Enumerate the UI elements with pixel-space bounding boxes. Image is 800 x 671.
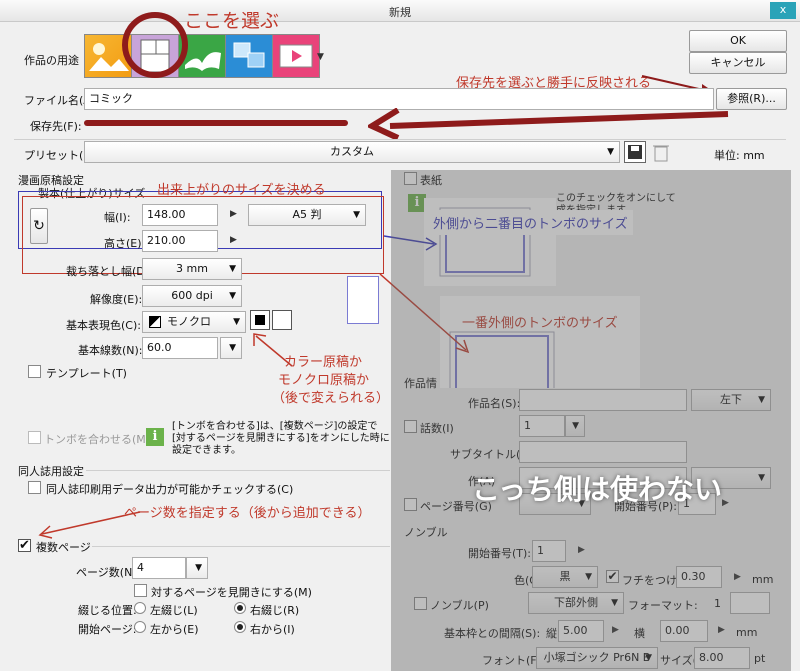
dpi-value: 600 dpi (171, 289, 213, 302)
annot-arrow-color (253, 333, 293, 367)
size-preset-select[interactable]: A5 判 ▼ (248, 204, 366, 226)
color-mode-value: モノクロ (167, 315, 211, 328)
divider (92, 546, 390, 547)
template-label: テンプレート(T) (46, 367, 127, 380)
lpi-input[interactable]: 60.0 (142, 337, 218, 359)
start-left-label: 左から(E) (150, 623, 199, 636)
size-preset-value: A5 判 (292, 208, 322, 221)
white-color-swatch[interactable] (272, 310, 292, 330)
chevron-down-icon: ▼ (229, 343, 236, 353)
multi-page-label: 複数ページ (36, 541, 91, 554)
black-color-swatch[interactable] (250, 310, 270, 330)
template-checkbox[interactable] (28, 365, 41, 378)
width-input[interactable]: 148.00 (142, 204, 218, 226)
doujin-section-title: 同人誌用設定 (18, 465, 84, 478)
rotate-orientation-button[interactable]: ↻ (30, 208, 48, 244)
bind-position-label: 綴じる位置: (78, 604, 137, 617)
doujin-print-checkbox[interactable] (28, 481, 41, 494)
annot-color-note-2: モノクロ原稿か (278, 373, 370, 388)
width-label: 幅(I): (104, 211, 131, 224)
bind-right-label: 右綴じ(R) (250, 604, 300, 617)
height-input[interactable]: 210.00 (142, 230, 218, 252)
color-mode-select[interactable]: モノクロ ▼ (142, 311, 246, 333)
start-right-radio[interactable] (234, 621, 246, 633)
doujin-print-label: 同人誌印刷用データ出力が可能かチェックする(C) (46, 483, 294, 496)
new-document-dialog: 新規 x 作品の用途 ▼ ここを選ぶ OK キャンセル 保存先を選ぶと勝手に反映… (0, 0, 800, 671)
multi-page-checkbox[interactable]: ✔ (18, 539, 31, 552)
trash-icon[interactable] (650, 141, 672, 163)
unit-value: mm (743, 149, 765, 162)
tombo-info-3: 設定できます。 (172, 445, 241, 456)
info-icon: i (146, 428, 164, 446)
spread-checkbox[interactable] (134, 584, 147, 597)
page-count-dropdown[interactable]: ▼ (186, 557, 208, 579)
bleed-label: 裁ち落とし幅(D): (66, 265, 153, 278)
page-preview-thumbnail (347, 276, 379, 324)
mono-swatch-icon (149, 316, 161, 328)
save-path-redacted (84, 120, 348, 126)
video-icon[interactable] (272, 34, 320, 78)
bind-left-radio[interactable] (134, 602, 146, 614)
close-button[interactable]: x (770, 2, 796, 19)
browse-button[interactable]: 参照(R)... (716, 88, 787, 110)
annot-finish: 出来上がりのサイズを決める (157, 183, 326, 198)
preset-value: カスタム (330, 145, 374, 158)
tombo-label: トンボを合わせる(M) (44, 433, 151, 446)
bind-right-radio[interactable] (234, 602, 246, 614)
disabled-area-overlay (391, 170, 791, 671)
window-title: 新規 (389, 6, 411, 19)
title-bar: 新規 x (0, 0, 800, 22)
divider (86, 470, 390, 471)
spread-label: 対するページを見開きにする(M) (151, 586, 312, 599)
annot-color-note-3: （後で変えられる） (272, 391, 390, 406)
chevron-down-icon: ▼ (353, 210, 360, 220)
lpi-label: 基本線数(N): (78, 344, 143, 357)
color-mode-label: 基本表現色(C): (66, 319, 141, 332)
save-path-label: 保存先(F): (30, 120, 82, 133)
usage-more-icon[interactable]: ▼ (317, 52, 324, 62)
width-spin-icon[interactable]: ▶ (230, 209, 237, 219)
save-preset-icon[interactable] (624, 141, 646, 163)
start-left-radio[interactable] (134, 621, 146, 633)
dpi-label: 解像度(E): (90, 293, 143, 306)
bleed-select[interactable]: 3 mm ▼ (142, 258, 242, 280)
height-spin-icon[interactable]: ▶ (230, 235, 237, 245)
unit-label: 単位: (714, 149, 740, 162)
lpi-dropdown[interactable]: ▼ (220, 337, 242, 359)
chevron-down-icon: ▼ (229, 291, 236, 301)
annot-arrow-pages (38, 511, 141, 539)
page-count-label: ページ数(N): (76, 566, 141, 579)
tombo-checkbox[interactable] (28, 431, 41, 444)
dpi-select[interactable]: 600 dpi ▼ (142, 285, 242, 307)
ok-button[interactable]: OK (689, 30, 787, 52)
preset-select[interactable]: カスタム ▼ (84, 141, 620, 163)
annot-choose: ここを選ぶ (184, 10, 280, 32)
chevron-down-icon: ▼ (607, 147, 614, 157)
annot-pages-note: ページ数を指定する（後から追加できる） (124, 506, 371, 521)
annot-unused: こっち側は使わない (472, 473, 723, 506)
choose-circle-mark (122, 12, 188, 78)
animation-frames-icon[interactable] (225, 34, 273, 78)
start-right-label: 右から(I) (250, 623, 295, 636)
divider (14, 139, 786, 140)
page-count-input[interactable]: 4 (132, 557, 186, 579)
height-label: 高さ(E): (104, 237, 146, 250)
bind-left-label: 左綴じ(L) (150, 604, 198, 617)
annot-arrow-save (368, 108, 729, 140)
usage-label: 作品の用途 (24, 54, 79, 67)
filename-input[interactable]: コミック (84, 88, 714, 110)
chevron-down-icon: ▼ (195, 563, 202, 573)
bleed-value: 3 mm (176, 262, 208, 275)
start-page-label: 開始ページ: (78, 623, 137, 636)
chevron-down-icon: ▼ (233, 317, 240, 327)
chevron-down-icon: ▼ (229, 264, 236, 274)
